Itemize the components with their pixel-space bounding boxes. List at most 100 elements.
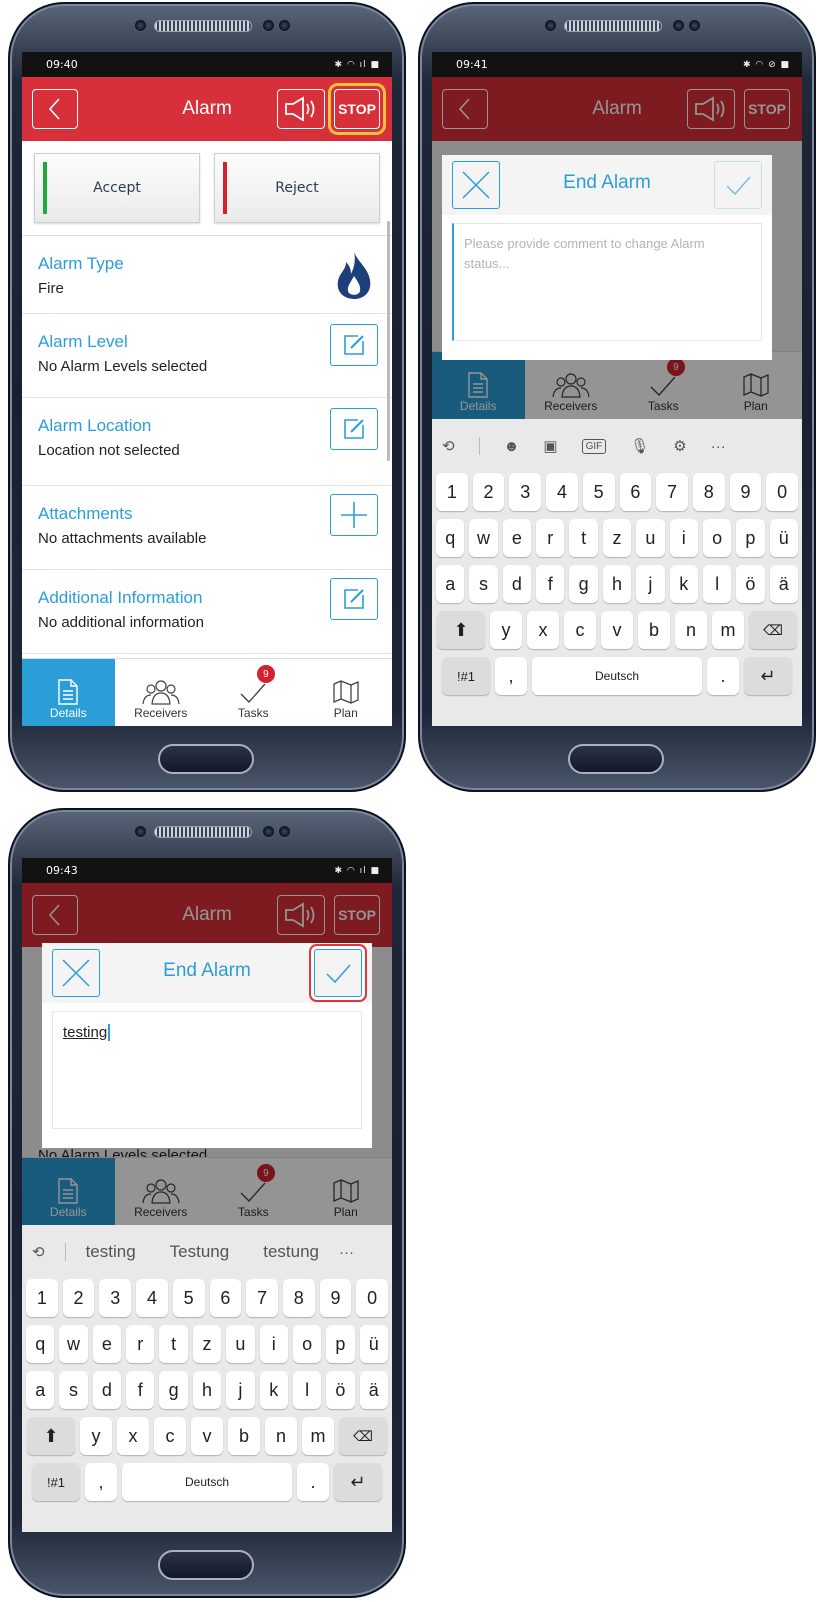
accept-button[interactable]: Accept [34,153,200,223]
key[interactable]: f [126,1371,155,1409]
comment-textarea[interactable]: testing [52,1011,362,1129]
key[interactable]: s [469,565,498,603]
suggestion[interactable]: Testung [170,1242,230,1262]
home-button[interactable] [158,1550,254,1580]
key[interactable]: 2 [62,1279,95,1317]
alarm-level-row[interactable]: Alarm Level No Alarm Levels selected [22,314,392,398]
key[interactable]: s [59,1371,88,1409]
key[interactable]: o [702,519,732,557]
backspace-key[interactable]: ⌫ [749,611,797,649]
tab-details[interactable]: Details [22,659,115,726]
microphone-icon[interactable]: 🎙 [630,437,649,455]
key[interactable]: f [536,565,565,603]
shift-key[interactable]: ⬆ [437,611,485,649]
key[interactable]: 1 [25,1279,58,1317]
comma-key[interactable]: , [495,657,527,695]
shift-key[interactable]: ⬆ [27,1417,75,1455]
more-icon[interactable]: ··· [339,1244,354,1261]
emoji-icon[interactable]: ☻ [504,438,520,455]
key[interactable]: u [636,519,665,557]
key[interactable]: i [259,1325,288,1363]
reject-button[interactable]: Reject [214,153,380,223]
additional-info-row[interactable]: Additional Information No additional inf… [22,570,392,654]
enter-key[interactable]: ↵ [334,1463,382,1501]
comma-key[interactable]: , [85,1463,117,1501]
key[interactable]: ö [326,1371,355,1409]
tab-tasks[interactable]: Tasks 9 [207,659,300,726]
tab-receivers[interactable]: Receivers [115,659,208,726]
symbols-key[interactable]: !#1 [32,1463,80,1501]
key[interactable]: z [602,519,632,557]
key[interactable]: k [259,1371,288,1409]
key[interactable]: u [226,1325,255,1363]
key[interactable]: r [536,519,565,557]
key[interactable]: 5 [172,1279,205,1317]
confirm-dialog-button[interactable] [314,949,362,997]
key[interactable]: o [292,1325,322,1363]
alarm-location-row[interactable]: Alarm Location Location not selected [22,398,392,486]
comment-textarea[interactable]: Please provide comment to change Alarm s… [452,223,762,341]
key[interactable]: g [569,565,598,603]
key[interactable]: 9 [319,1279,352,1317]
key[interactable]: c [564,611,596,649]
suggestion[interactable]: testung [263,1242,319,1262]
key[interactable]: e [92,1325,122,1363]
edit-additional-info-button[interactable] [330,578,378,620]
key[interactable]: 0 [766,473,799,511]
key[interactable]: h [192,1371,222,1409]
sticker-icon[interactable]: ▣ [543,437,557,455]
add-attachment-button[interactable] [330,494,378,536]
scrollbar[interactable] [387,221,390,461]
key[interactable]: i [669,519,698,557]
key[interactable]: a [26,1371,55,1409]
key[interactable]: j [636,565,665,603]
key[interactable]: h [602,565,632,603]
key[interactable]: 9 [729,473,762,511]
home-button[interactable] [158,744,254,774]
key[interactable]: 4 [546,473,578,511]
period-key[interactable]: . [707,657,739,695]
key[interactable]: ä [359,1371,388,1409]
key[interactable]: b [638,611,670,649]
key[interactable]: d [502,565,532,603]
key[interactable]: c [154,1417,186,1455]
key[interactable]: p [736,519,765,557]
key[interactable]: 5 [582,473,615,511]
key[interactable]: 3 [99,1279,132,1317]
translate-icon[interactable]: ⟲ [32,1243,45,1261]
period-key[interactable]: . [297,1463,329,1501]
backspace-key[interactable]: ⌫ [339,1417,387,1455]
key[interactable]: n [675,611,707,649]
home-button[interactable] [568,744,664,774]
sound-button[interactable] [277,89,325,129]
stop-button[interactable]: STOP [334,89,380,129]
key[interactable]: 4 [136,1279,168,1317]
key[interactable]: 3 [509,473,542,511]
key[interactable]: y [490,611,522,649]
key[interactable]: m [712,611,744,649]
key[interactable]: 7 [246,1279,278,1317]
space-key[interactable]: Deutsch [122,1463,292,1501]
key[interactable]: k [669,565,698,603]
key[interactable]: x [117,1417,149,1455]
tab-plan[interactable]: Plan [300,659,393,726]
gif-button[interactable]: GIF [581,438,607,454]
space-key[interactable]: Deutsch [532,657,702,695]
key[interactable]: a [436,565,465,603]
key[interactable]: 8 [282,1279,315,1317]
key[interactable]: w [469,519,498,557]
attachments-row[interactable]: Attachments No attachments available [22,486,392,570]
key[interactable]: 1 [435,473,468,511]
key[interactable]: ö [736,565,765,603]
key[interactable]: r [126,1325,155,1363]
key[interactable]: p [326,1325,355,1363]
suggestion[interactable]: testing [86,1242,136,1262]
key[interactable]: q [26,1325,55,1363]
more-icon[interactable]: ··· [711,438,726,455]
edit-alarm-location-button[interactable] [330,408,378,450]
key[interactable]: 6 [209,1279,242,1317]
key[interactable]: 7 [656,473,688,511]
key[interactable]: 6 [619,473,652,511]
translate-icon[interactable]: ⟲ [442,437,455,455]
key[interactable]: m [302,1417,334,1455]
